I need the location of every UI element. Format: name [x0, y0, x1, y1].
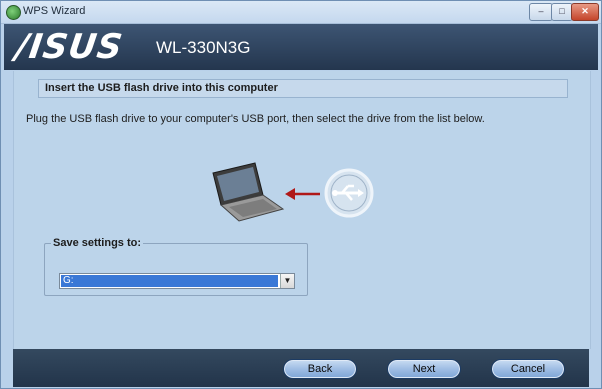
instruction-text: Plug the USB flash drive to your compute…	[26, 113, 485, 125]
step-heading: Insert the USB flash drive into this com…	[45, 82, 278, 94]
usb-icon	[324, 168, 374, 218]
step-heading-bar: Insert the USB flash drive into this com…	[38, 79, 568, 98]
arrow-left-icon	[285, 188, 320, 200]
cancel-button[interactable]: Cancel	[491, 359, 565, 379]
minimize-button[interactable]: –	[529, 3, 553, 21]
back-button[interactable]: Back	[283, 359, 357, 379]
drive-select[interactable]: G: ▼	[59, 273, 295, 289]
drive-select-value[interactable]: G:	[61, 275, 278, 287]
maximize-button[interactable]: □	[551, 3, 573, 21]
model-name: WL-330N3G	[156, 38, 251, 57]
title-bar[interactable]: WPS Wizard – □ ✕	[1, 1, 601, 24]
app-icon	[6, 5, 21, 20]
laptop-icon	[212, 162, 285, 222]
save-settings-label: Save settings to:	[53, 237, 142, 249]
header-banner: /ISUS WL-330N3G	[4, 24, 598, 70]
window-title: WPS Wizard	[23, 5, 86, 17]
next-button[interactable]: Next	[387, 359, 461, 379]
chevron-down-icon[interactable]: ▼	[280, 274, 294, 288]
save-settings-group: Save settings to: G: ▼	[44, 237, 308, 296]
button-bar: Back Next Cancel	[13, 349, 589, 387]
asus-logo: /ISUS	[13, 27, 126, 67]
close-button[interactable]: ✕	[571, 3, 599, 21]
wizard-content: Insert the USB flash drive into this com…	[13, 71, 591, 349]
usb-illustration	[212, 162, 374, 222]
wps-wizard-window: WPS Wizard – □ ✕ /ISUS WL-330N3G Insert …	[0, 0, 602, 389]
